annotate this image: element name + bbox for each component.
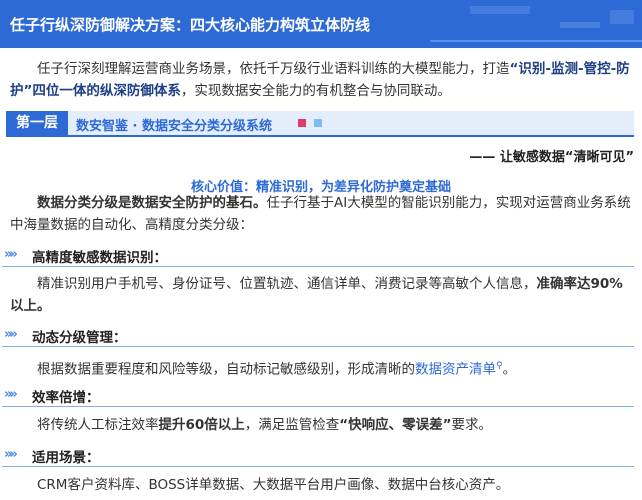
- asset-list-link[interactable]: 数据资产清单: [415, 362, 496, 378]
- section-text: CRM客户资料库、BOSS详单数据、大数据平台用户画像、数据中台核心资产。: [37, 477, 510, 493]
- blue-square-icon: [314, 119, 322, 127]
- decor-block: [560, 22, 600, 28]
- section-header: »» 效率倍增：: [2, 384, 634, 407]
- double-chevron-icon: »»: [4, 327, 18, 342]
- section-text: 将传统人工标注效率提升60倍以上，满足监管检查“快响应、零误差”要求。: [37, 417, 493, 433]
- double-chevron-icon: »»: [4, 247, 18, 262]
- section-title: 高精度敏感数据识别：: [32, 250, 167, 266]
- section-header: »» 高精度敏感数据识别：: [2, 244, 634, 267]
- classification-paragraph: 数据分类分级是数据安全防护的基石。任子行基于AI大模型的智能识别能力，实现对运营…: [10, 195, 631, 233]
- section-title: 效率倍增：: [32, 390, 100, 406]
- decor-block: [470, 6, 530, 14]
- double-chevron-icon: »»: [4, 387, 18, 402]
- section-title: 适用场景：: [32, 450, 100, 466]
- double-chevron-icon: »»: [4, 447, 18, 462]
- layer-tag: 第一层: [6, 111, 68, 135]
- page-title-bar: 任子行纵深防御解决方案：四大核心能力构筑立体防线: [0, 0, 642, 48]
- intro-paragraph: 任子行深刻理解运营商业务场景，依托千万级行业语料训练的大模型能力，打造“识别-监…: [10, 61, 630, 99]
- section-title: 动态分级管理：: [32, 330, 127, 346]
- tagline: —— 让敏感数据“清晰可见”: [469, 150, 634, 165]
- section-header: »» 动态分级管理：: [2, 324, 634, 347]
- layer-name: 数安智鉴 · 数据安全分类分级系统: [76, 119, 272, 134]
- layer-header: 第一层 数安智鉴 · 数据安全分类分级系统: [6, 111, 634, 137]
- search-icon[interactable]: ⚲: [496, 361, 503, 371]
- page-title: 任子行纵深防御解决方案：四大核心能力构筑立体防线: [10, 16, 371, 34]
- section-text: 精准识别用户手机号、身份证号、位置轨迹、通信详单、消费记录等高敏个人信息，准确率…: [10, 276, 623, 314]
- decor-block: [610, 10, 634, 24]
- pink-square-icon: [298, 119, 306, 127]
- section-text: 根据数据重要程度和风险等级，自动标记敏感级别，形成清晰的数据资产清单⚲。: [37, 361, 517, 378]
- decor-line: [430, 40, 642, 42]
- section-header: »» 适用场景：: [2, 444, 634, 467]
